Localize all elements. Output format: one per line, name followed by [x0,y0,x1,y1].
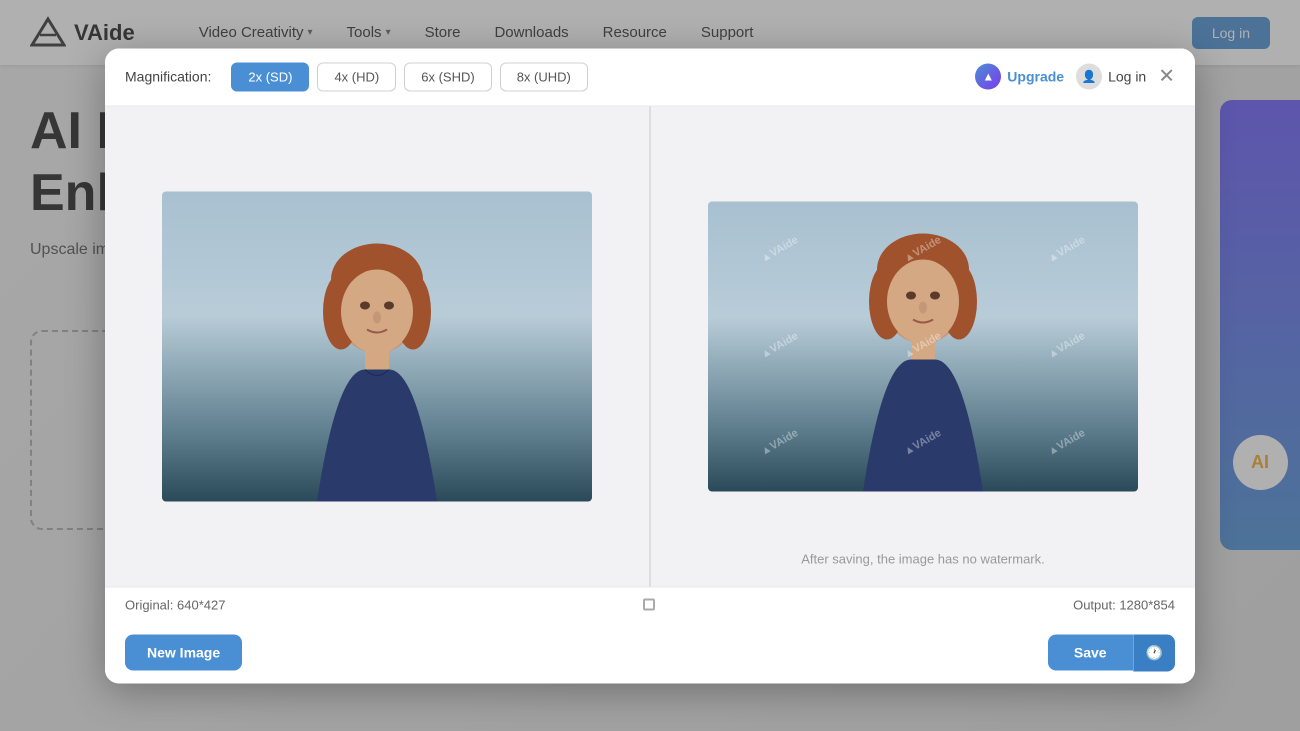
magnification-options: 2x (SD) 4x (HD) 6x (SHD) 8x (UHD) [231,62,587,91]
magnification-label: Magnification: [125,69,211,85]
upgrade-button[interactable]: ▲ Upgrade [975,64,1064,90]
modal-image-area: ▲VAide ▲VAide ▲VAide ▲VAide ▲VAide ▲VAid… [105,106,1195,586]
close-button[interactable]: ✕ [1158,67,1175,87]
save-actions: Save 🕐 [1048,634,1175,671]
upgrade-icon: ▲ [975,64,1001,90]
save-dropdown-button[interactable]: 🕐 [1133,634,1175,671]
output-dimensions: Output: 1280*854 [1073,597,1175,612]
modal-footer: Original: 640*427 Output: 1280*854 [105,586,1195,622]
person-silhouette-output [823,211,1023,491]
watermark-notice: After saving, the image has no watermark… [801,551,1045,566]
mag-btn-2x[interactable]: 2x (SD) [231,62,309,91]
new-image-button[interactable]: New Image [125,635,242,671]
modal-right-panel: ▲VAide ▲VAide ▲VAide ▲VAide ▲VAide ▲VAid… [651,106,1195,586]
modal-login-button[interactable]: 👤 Log in [1076,64,1146,90]
modal-dialog: Magnification: 2x (SD) 4x (HD) 6x (SHD) … [105,48,1195,683]
original-dimensions: Original: 640*427 [125,597,225,612]
modal-topbar-right: ▲ Upgrade 👤 Log in ✕ [975,64,1175,90]
mag-btn-8x[interactable]: 8x (UHD) [500,62,588,91]
save-button[interactable]: Save [1048,635,1133,671]
user-icon: 👤 [1076,64,1102,90]
footer-center [225,599,1073,611]
modal-actions: New Image Save 🕐 [105,622,1195,683]
mag-btn-6x[interactable]: 6x (SHD) [404,62,491,91]
modal-left-panel [105,106,651,586]
mag-btn-4x[interactable]: 4x (HD) [317,62,396,91]
person-silhouette [277,221,477,501]
output-image: ▲VAide ▲VAide ▲VAide ▲VAide ▲VAide ▲VAid… [708,201,1138,491]
modal-topbar: Magnification: 2x (SD) 4x (HD) 6x (SHD) … [105,48,1195,106]
divider-handle [643,599,655,611]
original-image [162,191,592,501]
clock-icon: 🕐 [1146,644,1163,660]
